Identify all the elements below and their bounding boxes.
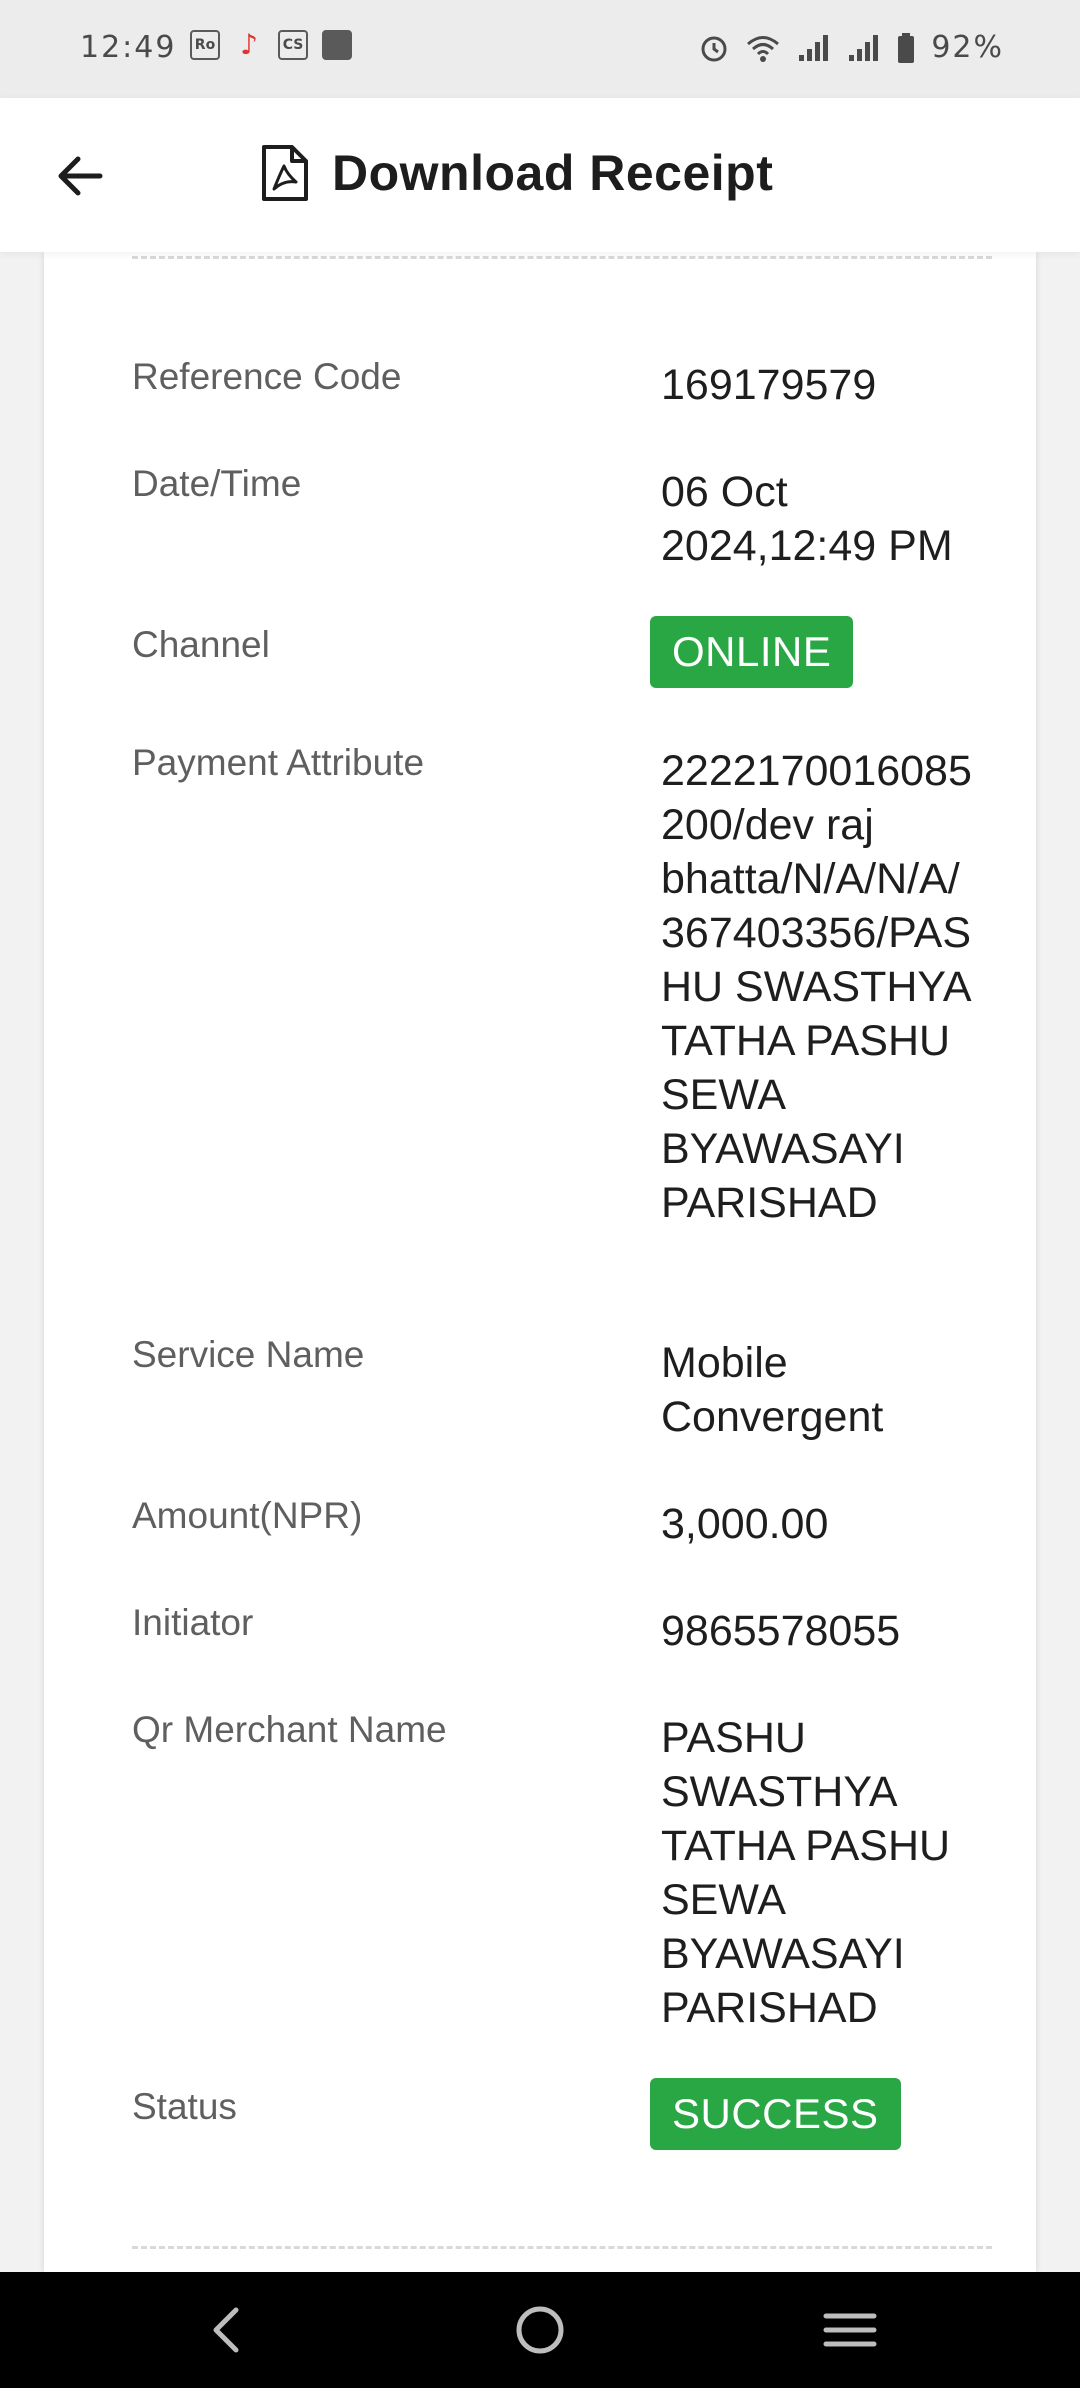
- payment-attribute-value: 2222170016085200/dev raj bhatta/N/A/N/A/…: [661, 747, 972, 1227]
- reference-code-value: 169179579: [661, 361, 877, 409]
- arrow-left-icon[interactable]: [50, 146, 110, 206]
- qr-merchant-name-label: Qr Merchant Name: [132, 1709, 447, 1750]
- signal-icon: [799, 34, 829, 61]
- channel-label: Channel: [132, 624, 270, 665]
- amount-label: Amount(NPR): [132, 1495, 363, 1536]
- recents-nav-icon[interactable]: [820, 2300, 880, 2360]
- status-badge: SUCCESS: [650, 2078, 901, 2150]
- pdf-file-icon: [262, 145, 308, 201]
- app-notification-icon: [322, 30, 352, 60]
- battery-icon: [898, 32, 915, 63]
- receipt-card: Reference Code 169179579 Date/Time 06 Oc…: [44, 252, 1036, 2272]
- payment-attribute-label: Payment Attribute: [132, 742, 425, 783]
- alarm-icon: [701, 36, 727, 61]
- signal-icon-2: [849, 34, 879, 61]
- cs-app-icon: CS: [278, 30, 308, 60]
- page-title: Download Receipt: [332, 145, 774, 201]
- date-time-value: 06 Oct 2024,12:49 PM: [661, 468, 953, 570]
- system-icons: 92%: [699, 30, 1004, 65]
- dashed-divider-top: [132, 256, 992, 259]
- ro-app-icon: Ro: [190, 30, 220, 60]
- initiator-label: Initiator: [132, 1602, 254, 1643]
- battery-percent: 92%: [931, 30, 1004, 65]
- qr-merchant-name-value: PASHU SWASTHYA TATHA PASHU SEWA BYAWASAY…: [661, 1714, 951, 2032]
- home-nav-icon[interactable]: [510, 2300, 570, 2360]
- date-time-label: Date/Time: [132, 463, 302, 504]
- app-header: Download Receipt: [0, 98, 1080, 252]
- amount-value: 3,000.00: [661, 1500, 829, 1548]
- system-nav-bar: [0, 2272, 1080, 2388]
- reference-code-label: Reference Code: [132, 356, 402, 397]
- status-time: 12:49: [80, 30, 177, 65]
- back-nav-icon[interactable]: [198, 2300, 258, 2360]
- service-name-label: Service Name: [132, 1334, 365, 1375]
- wifi-icon: [747, 35, 780, 62]
- service-name-value: Mobile Convergent: [661, 1339, 884, 1441]
- channel-badge: ONLINE: [650, 616, 854, 688]
- tiktok-icon: ♪: [240, 28, 258, 61]
- initiator-value: 9865578055: [661, 1607, 901, 1655]
- status-label: Status: [132, 2086, 237, 2127]
- notification-icons: Ro ♪ CS: [190, 30, 352, 60]
- status-bar: 12:49 Ro ♪ CS 92%: [0, 0, 1080, 98]
- dashed-divider-bottom: [132, 2246, 992, 2249]
- header-title-group: Download Receipt: [260, 144, 773, 202]
